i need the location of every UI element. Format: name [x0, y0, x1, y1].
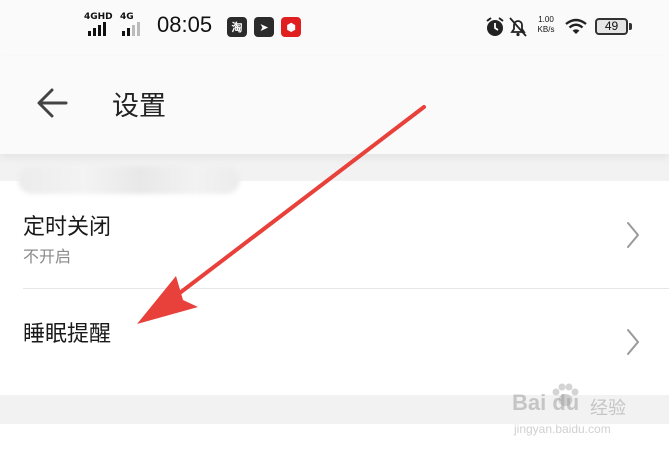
timer-off-title: 定时关闭 [23, 215, 112, 240]
watermark-url: jingyan.baidu.com [514, 422, 611, 436]
telegram-icon: ➤ [254, 17, 274, 37]
signal-4g-icon: 4G [120, 12, 150, 36]
watermark-label: 经验 [590, 398, 626, 419]
wifi-icon [565, 18, 587, 34]
taobao-icon: 淘 [227, 17, 247, 37]
clock: 08:05 [157, 12, 213, 37]
app-bar: 设置 [0, 56, 669, 154]
network-speed: 1.00 KB/s [533, 15, 559, 35]
watermark-brand: Bai du [512, 390, 580, 415]
signal-4ghd-icon: 4GHD [84, 12, 116, 36]
timer-off-status: 不开启 [23, 247, 72, 266]
speed-value: 1.00 [538, 15, 554, 24]
red-app-icon: ⬢ [281, 17, 301, 37]
signal-2-label: 4G [120, 12, 134, 22]
alarm-icon [486, 17, 504, 36]
chevron-right-icon [627, 329, 639, 355]
baidu-jingyan-watermark: Bai du 经验 jingyan.baidu.com [512, 382, 652, 440]
timer-off-item[interactable]: 定时关闭 不开启 [0, 181, 669, 288]
chevron-right-icon [627, 222, 639, 248]
back-arrow-icon[interactable] [30, 83, 74, 123]
signal-1-label: 4GHD [84, 12, 113, 22]
blurred-subtitle [18, 166, 240, 194]
status-bar: 4GHD 4G 08:05 淘 ➤ ⬢ 1.00 KB/s 49 [0, 0, 669, 56]
sleep-reminder-title: 睡眠提醒 [23, 322, 112, 347]
page-title: 设置 [112, 91, 166, 122]
sleep-reminder-item[interactable]: 睡眠提醒 [0, 288, 669, 395]
settings-list: 定时关闭 不开启 睡眠提醒 [0, 181, 669, 395]
battery-icon: 49 [595, 18, 628, 35]
speed-unit: KB/s [537, 25, 555, 34]
battery-tip [629, 23, 632, 30]
notifications-off-icon [509, 17, 527, 37]
